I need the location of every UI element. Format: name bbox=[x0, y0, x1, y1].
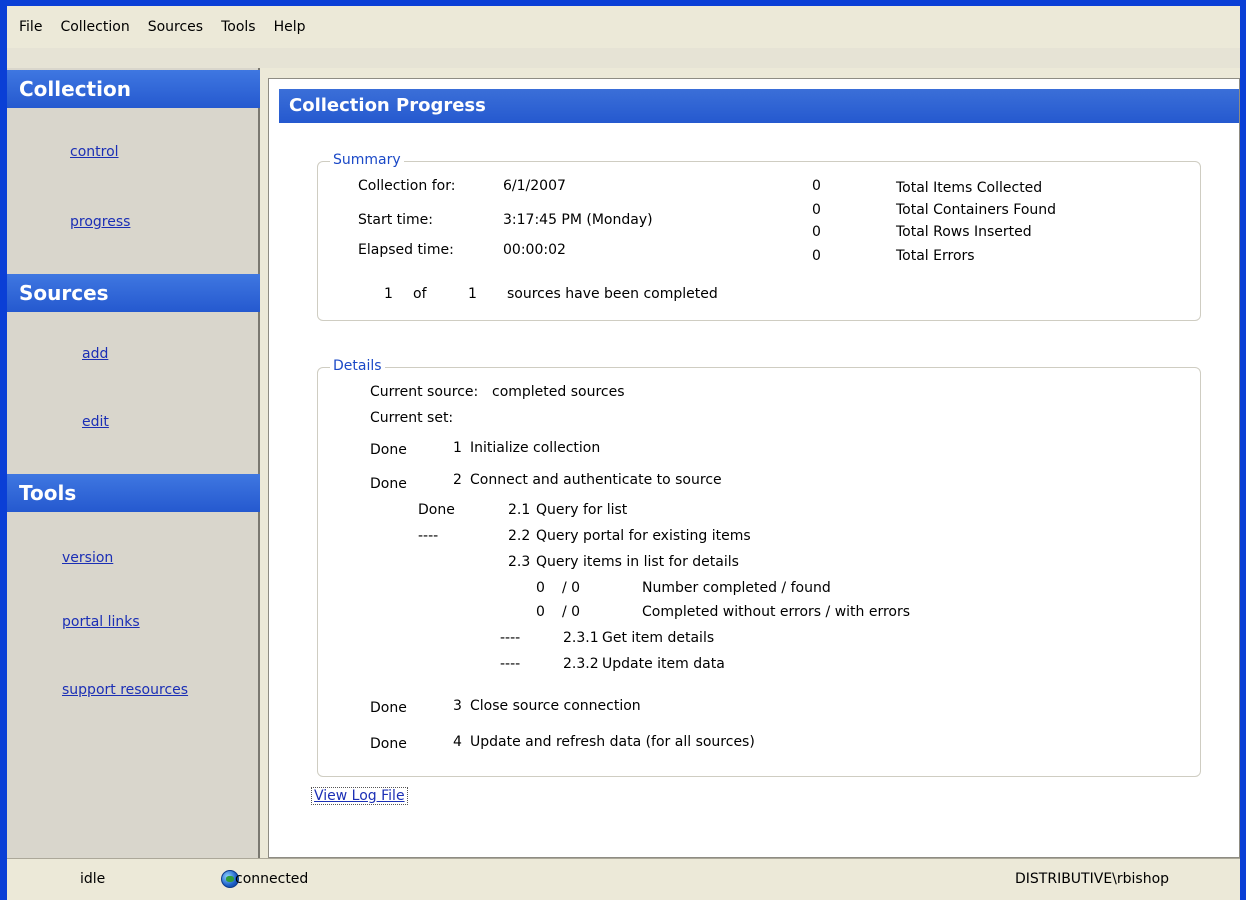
step-text: Connect and authenticate to source bbox=[470, 472, 722, 488]
step-number: 2.3.1 bbox=[563, 630, 599, 646]
stat-count: 0 bbox=[812, 178, 821, 194]
step-text: Update item data bbox=[602, 656, 725, 672]
summary-group: Summary Collection for: 6/1/2007 Start t… bbox=[317, 152, 1201, 321]
of-label: of bbox=[413, 286, 427, 302]
step-status: Done bbox=[370, 736, 407, 752]
step-status: Done bbox=[418, 502, 455, 518]
counter-label: Number completed / found bbox=[642, 580, 831, 596]
step-status: Done bbox=[370, 700, 407, 716]
toolbar-strip bbox=[7, 48, 1240, 68]
sidebar-link-add[interactable]: add bbox=[82, 346, 108, 362]
step-text: Update and refresh data (for all sources… bbox=[470, 734, 755, 750]
page-title: Collection Progress bbox=[279, 89, 1239, 123]
stat-label: Total Errors bbox=[896, 248, 975, 264]
sidebar-link-version[interactable]: version bbox=[62, 550, 113, 566]
counter-total: / 0 bbox=[562, 580, 581, 596]
sidebar-link-support-resources[interactable]: support resources bbox=[62, 682, 188, 698]
counter-value: 0 bbox=[536, 580, 545, 596]
menu-bar: File Collection Sources Tools Help bbox=[7, 6, 1240, 48]
step-text: Close source connection bbox=[470, 698, 641, 714]
stat-label: Total Containers Found bbox=[896, 202, 1057, 218]
status-user: DISTRIBUTIVE\rbishop bbox=[1015, 871, 1170, 887]
current-set-label: Current set: bbox=[370, 410, 454, 426]
sidebar-header-collection: Collection bbox=[7, 70, 260, 108]
step-number: 2 bbox=[453, 472, 462, 488]
step-number: 2.1 bbox=[508, 502, 531, 518]
step-number: 1 bbox=[453, 440, 462, 456]
sidebar-section-collection: Collection bbox=[7, 70, 260, 108]
stat-label: Total Rows Inserted bbox=[896, 224, 1032, 240]
counter-label: Completed without errors / with errors bbox=[642, 604, 911, 620]
status-bar: idle connected DISTRIBUTIVE\rbishop bbox=[7, 858, 1240, 900]
stat-count: 0 bbox=[812, 202, 821, 218]
collection-for-label: Collection for: bbox=[358, 178, 456, 194]
start-time-label: Start time: bbox=[358, 212, 433, 228]
step-status: ---- bbox=[500, 630, 521, 646]
collection-for-value: 6/1/2007 bbox=[503, 178, 566, 194]
current-source-value: completed sources bbox=[492, 384, 625, 400]
sidebar-section-tools: Tools bbox=[7, 474, 260, 512]
step-status: Done bbox=[370, 442, 407, 458]
stat-label: Total Items Collected bbox=[896, 180, 1043, 196]
step-text: Get item details bbox=[602, 630, 715, 646]
elapsed-time-label: Elapsed time: bbox=[358, 242, 454, 258]
step-status: ---- bbox=[500, 656, 521, 672]
counter-value: 0 bbox=[536, 604, 545, 620]
stat-count: 0 bbox=[812, 248, 821, 264]
stat-count: 0 bbox=[812, 224, 821, 240]
step-number: 3 bbox=[453, 698, 462, 714]
sidebar-section-sources: Sources bbox=[7, 274, 260, 312]
step-number: 2.2 bbox=[508, 528, 531, 544]
window-border-left bbox=[0, 0, 7, 900]
sidebar: Collection control progress Sources add … bbox=[7, 68, 260, 858]
counter-total: / 0 bbox=[562, 604, 581, 620]
step-number: 2.3 bbox=[508, 554, 531, 570]
sources-total-count: 1 bbox=[468, 286, 477, 302]
current-source-label: Current source: bbox=[370, 384, 479, 400]
step-status: Done bbox=[370, 476, 407, 492]
sidebar-link-progress[interactable]: progress bbox=[70, 214, 130, 230]
menu-help[interactable]: Help bbox=[274, 19, 306, 35]
menu-collection[interactable]: Collection bbox=[60, 19, 129, 35]
details-legend: Details bbox=[330, 358, 385, 374]
sidebar-header-sources: Sources bbox=[7, 274, 260, 312]
sidebar-link-edit[interactable]: edit bbox=[82, 414, 109, 430]
sidebar-link-control[interactable]: control bbox=[70, 144, 119, 160]
step-number: 2.3.2 bbox=[563, 656, 599, 672]
elapsed-time-value: 00:00:02 bbox=[503, 242, 566, 258]
menu-sources[interactable]: Sources bbox=[148, 19, 203, 35]
menu-file[interactable]: File bbox=[19, 19, 42, 35]
menu-tools[interactable]: Tools bbox=[221, 19, 256, 35]
main-panel: Collection Progress Summary Collection f… bbox=[268, 78, 1240, 858]
sources-done-count: 1 bbox=[384, 286, 393, 302]
step-status: ---- bbox=[418, 528, 439, 544]
status-state: idle bbox=[80, 871, 106, 887]
sidebar-link-portal-links[interactable]: portal links bbox=[62, 614, 140, 630]
window-border-right bbox=[1240, 0, 1246, 900]
summary-legend: Summary bbox=[330, 152, 404, 168]
view-log-file-link[interactable]: View Log File bbox=[311, 787, 408, 805]
step-text: Query items in list for details bbox=[536, 554, 739, 570]
step-text: Initialize collection bbox=[470, 440, 601, 456]
start-time-value: 3:17:45 PM (Monday) bbox=[503, 212, 653, 228]
step-number: 4 bbox=[453, 734, 462, 750]
sidebar-header-tools: Tools bbox=[7, 474, 260, 512]
sources-completed-text: sources have been completed bbox=[507, 286, 718, 302]
step-text: Query portal for existing items bbox=[536, 528, 751, 544]
details-group: Details Current source: completed source… bbox=[317, 358, 1201, 777]
status-connection: connected bbox=[235, 871, 309, 887]
step-text: Query for list bbox=[536, 502, 628, 518]
